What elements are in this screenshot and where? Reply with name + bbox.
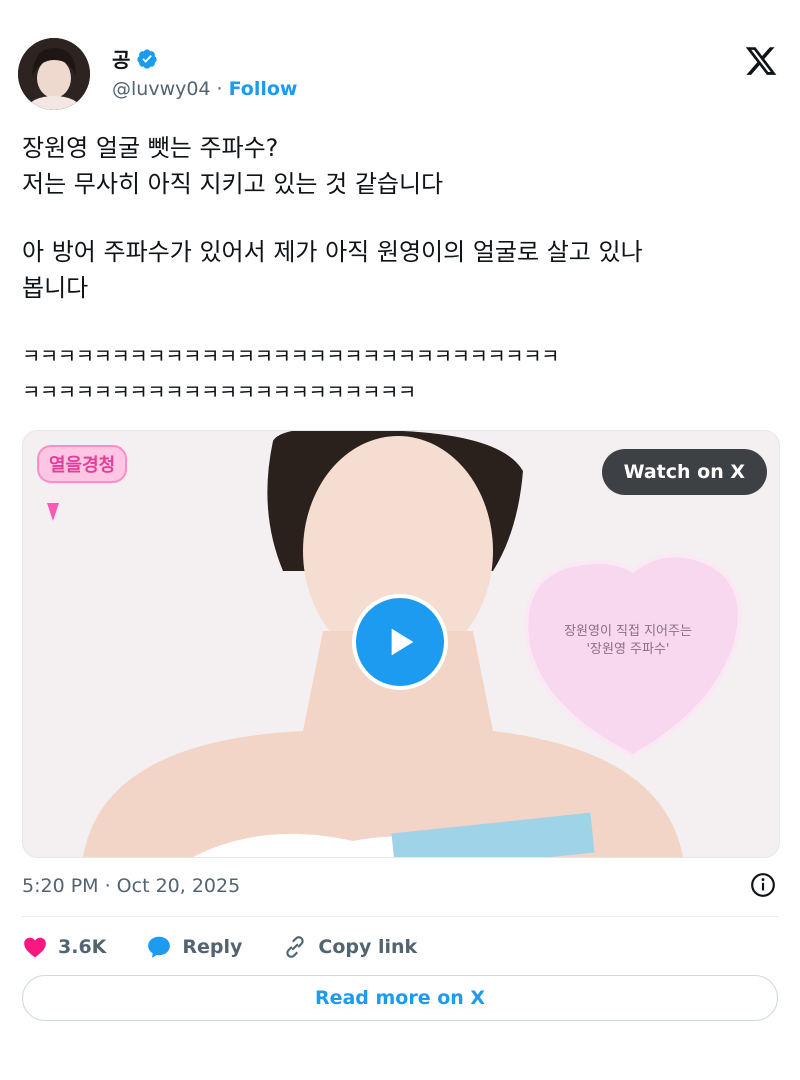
copy-link-label: Copy link [318,936,418,958]
copy-link-button[interactable]: Copy link [282,934,417,960]
video-player[interactable]: 열을경청 장원영이 직접 지어주는 '장원영 주파수' Watch on X [22,430,780,858]
avatar[interactable] [18,38,90,110]
like-button[interactable]: 3.6K [22,934,106,960]
heart-caption-line: 장원영이 직접 지어주는 [564,624,692,639]
divider [22,916,778,917]
info-icon[interactable] [750,872,776,898]
follow-button[interactable]: Follow [229,78,298,100]
author-handle[interactable]: @luvwy04 [112,78,211,100]
verified-icon [137,48,158,69]
tweet-line: 저는 무사히 아직 지키고 있는 것 같습니다 [22,170,444,198]
reply-bubble-icon [148,936,171,958]
video-sticker: 열을경청 [37,445,128,483]
read-more-button[interactable]: Read more on X [22,975,778,1021]
like-count: 3.6K [58,936,107,958]
heart-caption-line: '장원영 주파수' [586,642,670,657]
author-name[interactable]: 공 [112,44,130,73]
watch-on-x-button[interactable]: Watch on X [601,449,767,495]
tweet-timestamp[interactable]: 5:20 PM · Oct 20, 2025 [22,875,240,897]
play-icon [391,628,414,656]
action-bar: 3.6K Reply Copy link [22,930,417,964]
tweet-line: 장원영 얼굴 뺏는 주파수? [22,134,279,162]
tweet-text: 장원영 얼굴 뺏는 주파수? 저는 무사히 아직 지키고 있는 것 같습니다 아… [22,130,782,410]
tweet-line: 봅니다 [22,274,89,302]
separator: · [216,78,223,100]
link-icon [286,936,305,958]
tweet-line: ㅋㅋㅋㅋㅋㅋㅋㅋㅋㅋㅋㅋㅋㅋㅋㅋㅋㅋㅋㅋㅋㅋ [22,380,416,404]
tweet-line: 아 방어 주파수가 있어서 제가 아직 원영이의 얼굴로 살고 있나 [22,238,643,266]
tweet-header: 공 @luvwy04 · Follow [18,38,782,116]
tweet-line: ㅋㅋㅋㅋㅋㅋㅋㅋㅋㅋㅋㅋㅋㅋㅋㅋㅋㅋㅋㅋㅋㅋㅋㅋㅋㅋㅋㅋㅋㅋ [22,344,560,368]
heart-caption: 장원영이 직접 지어주는 '장원영 주파수' [523,623,733,659]
play-button[interactable] [352,594,448,690]
heart-icon [24,937,46,958]
reply-label: Reply [182,936,243,958]
x-logo-icon[interactable] [744,44,778,78]
reply-button[interactable]: Reply [146,934,242,960]
